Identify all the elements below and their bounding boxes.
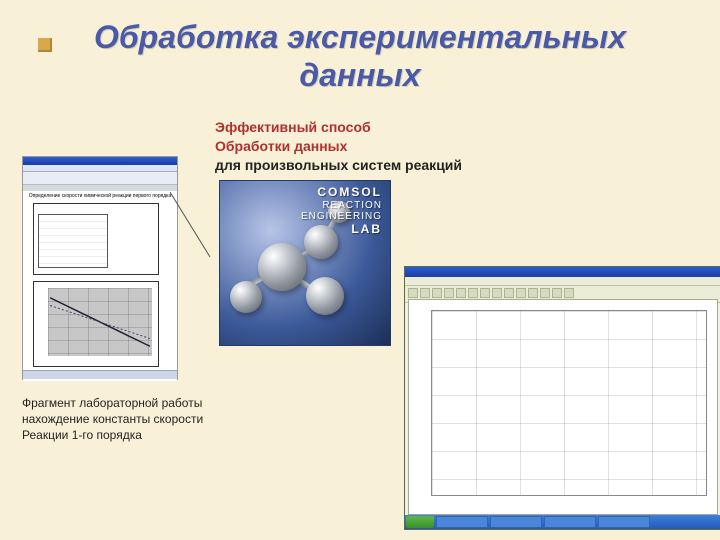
excel-menubar xyxy=(23,165,177,172)
excel-toolbar xyxy=(23,172,177,185)
subtitle-line1: Эффективный способ xyxy=(215,118,462,137)
tool-icon xyxy=(480,288,490,298)
bullet-decor xyxy=(38,38,52,52)
plotapp-titlebar xyxy=(405,267,720,277)
windows-taskbar xyxy=(405,515,720,529)
plotapp-grid xyxy=(431,310,707,496)
title-line1: Обработка экспериментальных xyxy=(94,19,626,55)
tool-icon xyxy=(540,288,550,298)
tool-icon xyxy=(492,288,502,298)
excel-plot-lines xyxy=(48,288,152,356)
start-button xyxy=(406,516,434,528)
tool-icon xyxy=(420,288,430,298)
sphere-icon xyxy=(306,277,344,315)
caption-block: Фрагмент лабораторной работы нахождение … xyxy=(22,395,203,444)
subtitle-block: Эффективный способ Обработки данных для … xyxy=(215,118,462,175)
subtitle-line2: Обработки данных xyxy=(215,137,462,156)
tool-icon xyxy=(432,288,442,298)
excel-table-cells xyxy=(38,214,108,268)
title-line2: данных xyxy=(299,57,420,93)
plotapp-menubar xyxy=(405,277,720,286)
excel-screenshot: Определение скорости химической реакции … xyxy=(22,156,178,380)
tool-icon xyxy=(564,288,574,298)
tool-icon xyxy=(528,288,538,298)
sphere-icon xyxy=(230,281,262,313)
excel-line-chart xyxy=(33,281,159,367)
excel-statusbar xyxy=(23,370,177,379)
caption-line2: нахождение константы скорости xyxy=(22,411,203,427)
tool-icon xyxy=(516,288,526,298)
slide-title: Обработка экспериментальных данных xyxy=(0,0,720,95)
sphere-icon xyxy=(258,243,306,291)
subtitle-line3: для произвольных систем реакций xyxy=(215,156,462,175)
caption-line1: Фрагмент лабораторной работы xyxy=(22,395,203,411)
tool-icon xyxy=(408,288,418,298)
tool-icon xyxy=(456,288,466,298)
plotapp-canvas xyxy=(408,299,718,515)
taskbar-item xyxy=(490,516,542,528)
caption-line3: Реакции 1-го порядка xyxy=(22,427,203,443)
comsol-label: COMSOL REACTION ENGINEERING LAB xyxy=(301,186,382,237)
tool-icon xyxy=(468,288,478,298)
excel-chart-title: Определение скорости химической реакции … xyxy=(23,191,177,201)
comsol-l1: COMSOL xyxy=(301,186,382,200)
tool-icon xyxy=(504,288,514,298)
tool-icon xyxy=(444,288,454,298)
tool-icon xyxy=(552,288,562,298)
excel-data-table xyxy=(33,203,159,275)
comsol-l2: REACTION xyxy=(301,200,382,212)
plot-app-screenshot xyxy=(404,266,720,530)
comsol-l4: LAB xyxy=(301,223,382,237)
taskbar-item xyxy=(436,516,488,528)
taskbar-item xyxy=(544,516,596,528)
excel-titlebar xyxy=(23,157,177,165)
comsol-image: COMSOL REACTION ENGINEERING LAB xyxy=(219,180,391,346)
taskbar-item xyxy=(598,516,650,528)
excel-sheet-area: Определение скорости химической реакции … xyxy=(23,191,177,381)
